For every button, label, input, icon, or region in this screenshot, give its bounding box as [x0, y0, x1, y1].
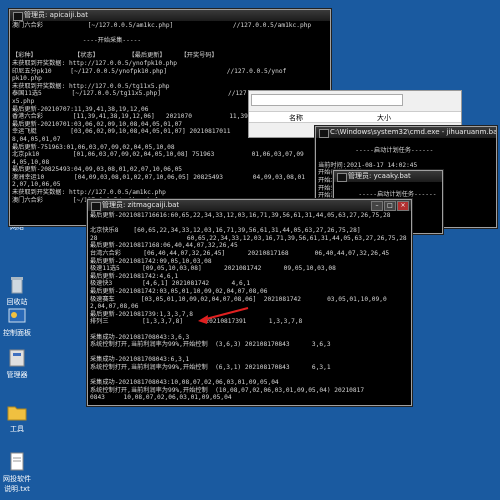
annotation-arrow-icon: [198, 307, 249, 324]
